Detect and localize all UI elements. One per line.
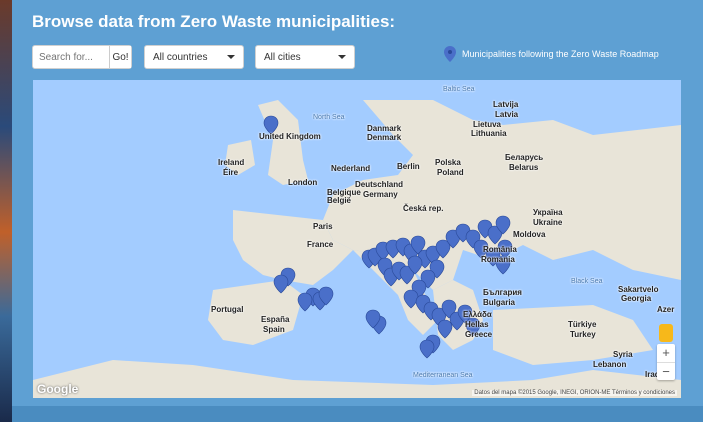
google-logo: Google <box>37 382 79 396</box>
map-view[interactable]: North Sea United Kingdom Ireland Éire Lo… <box>33 80 681 398</box>
map-label: France <box>307 240 334 249</box>
map-label: Hellas <box>465 320 489 329</box>
bottom-bar <box>12 406 703 422</box>
map-label: Ireland <box>218 158 245 167</box>
map-label: Azer <box>657 305 675 314</box>
search-input[interactable] <box>33 46 109 68</box>
municipality-marker-icon[interactable] <box>297 292 313 312</box>
map-label: Portugal <box>211 305 244 314</box>
map-label: Sakartvelo <box>618 285 659 294</box>
map-label: România <box>483 245 517 254</box>
map-label: Syria <box>613 350 633 359</box>
map-label: Polska <box>435 158 461 167</box>
pegman-icon[interactable] <box>659 324 673 342</box>
map-label: Ελλάδα <box>463 310 492 319</box>
map-label: België <box>327 196 352 205</box>
map-label: Moldova <box>513 230 546 239</box>
chevron-down-icon <box>338 55 346 59</box>
map-label: Turkey <box>570 330 596 339</box>
legend-label: Municipalities following the Zero Waste … <box>462 49 659 59</box>
map-label: Berlin <box>397 162 420 171</box>
map-label: Germany <box>363 190 398 199</box>
map-label: Nederland <box>331 164 371 173</box>
map-label: Romania <box>481 255 515 264</box>
map-label: България <box>483 288 522 297</box>
map-label: Latvija <box>493 100 519 109</box>
cities-select-label: All cities <box>264 51 301 63</box>
map-label: Deutschland <box>355 180 404 189</box>
map-label: Ukraine <box>533 218 563 227</box>
map-label: London <box>288 178 318 187</box>
map-label: Česká rep. <box>403 204 444 213</box>
map-label: Lietuva <box>473 120 502 129</box>
map-label: Danmark <box>367 124 402 133</box>
map-attribution[interactable]: Datos del mapa ©2015 Google, INEGI, ORIO… <box>472 390 677 396</box>
zoom-out-button[interactable]: − <box>657 361 675 381</box>
map-label: United Kingdom <box>259 132 321 141</box>
map-label: Latvia <box>495 110 519 119</box>
cities-select[interactable]: All cities <box>255 45 355 69</box>
map-label: Paris <box>313 222 333 231</box>
map-label: Mediterranean Sea <box>413 372 473 379</box>
search-box: Go! <box>32 45 132 69</box>
map-label: Poland <box>437 168 464 177</box>
map-label: Éire <box>223 168 239 177</box>
map-label: Türkiye <box>568 320 597 329</box>
map-label: Lebanon <box>593 360 627 369</box>
map-label: Georgia <box>621 294 652 303</box>
map-canvas <box>33 80 681 398</box>
map-label: Bulgaria <box>483 298 516 307</box>
background-photo-strip <box>0 0 12 422</box>
map-label: Spain <box>263 325 285 334</box>
map-label: Lithuania <box>471 129 507 138</box>
map-label: Україна <box>533 208 563 217</box>
chevron-down-icon <box>227 55 235 59</box>
map-marker-icon <box>444 46 456 62</box>
map-label: Belarus <box>509 163 539 172</box>
search-button[interactable]: Go! <box>109 46 131 68</box>
map-label: Беларусь <box>505 153 544 162</box>
zoom-control: + − <box>657 344 675 380</box>
countries-select-label: All countries <box>153 51 208 63</box>
map-label: North Sea <box>313 114 345 121</box>
map-label: Baltic Sea <box>443 86 475 93</box>
browse-panel: Browse data from Zero Waste municipaliti… <box>12 0 703 422</box>
map-label: Denmark <box>367 133 402 142</box>
map-label: Greece <box>465 330 493 339</box>
map-label: Black Sea <box>571 278 603 285</box>
page-title: Browse data from Zero Waste municipaliti… <box>32 12 396 31</box>
countries-select[interactable]: All countries <box>144 45 244 69</box>
zoom-in-button[interactable]: + <box>657 344 675 362</box>
map-label: España <box>261 315 290 324</box>
map-legend: Municipalities following the Zero Waste … <box>444 46 659 62</box>
